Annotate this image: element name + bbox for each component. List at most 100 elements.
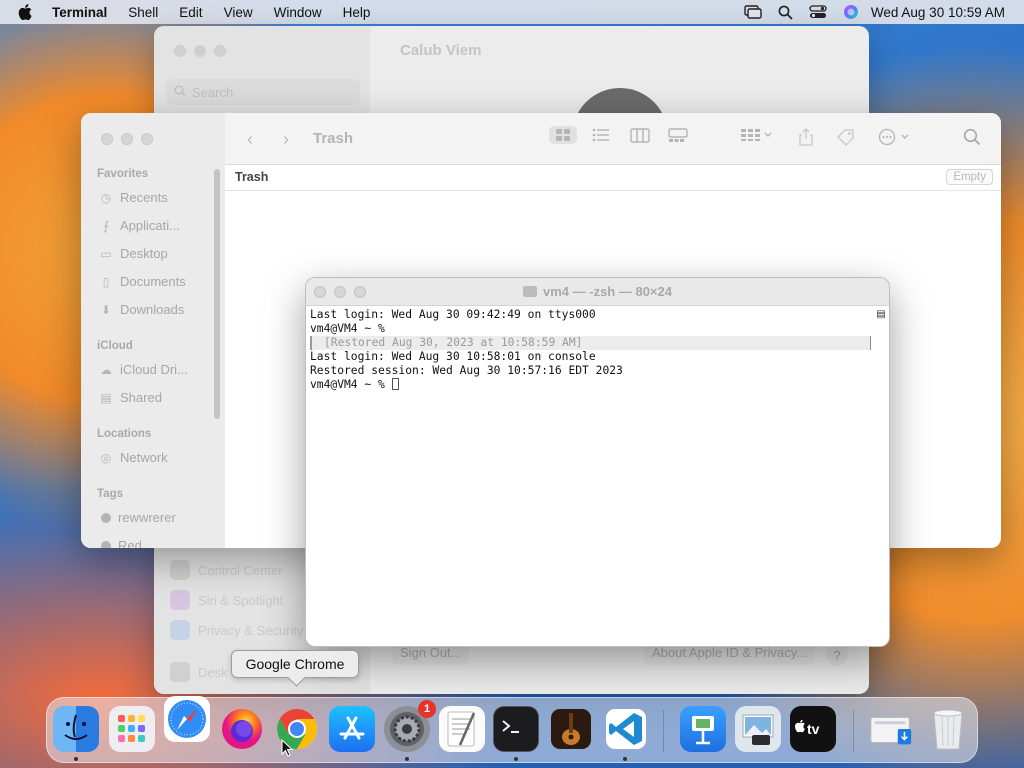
terminal-title-bar[interactable]: vm4 — -zsh — 80×24 [306,278,889,306]
safari-icon[interactable] [164,696,210,742]
forward-chevron-icon[interactable]: › [283,129,289,150]
document-icon: ▯ [102,274,110,289]
menu-view[interactable]: View [224,5,253,20]
icon-view-icon[interactable] [549,126,577,144]
sidebar-item-downloads[interactable]: ⬇ Downloads [99,302,184,317]
apple-menu-icon[interactable] [18,4,36,20]
sidebar-item-applications[interactable]: ⨍ Applicati... [99,218,180,233]
settings-item-label: Siri & Spotlight [198,592,284,608]
garageband-icon[interactable] [548,706,594,752]
menu-app-name[interactable]: Terminal [52,5,107,20]
text-cursor [391,378,399,390]
globe-icon: ◎ [100,450,112,465]
finder-icon[interactable] [53,706,99,752]
menu-help[interactable]: Help [343,5,371,20]
terminal-output[interactable]: Last login: Wed Aug 30 09:42:49 on ttys0… [310,308,871,392]
sidebar-scrollbar[interactable] [214,169,220,419]
minimize-button[interactable] [121,133,133,145]
firefox-icon[interactable] [219,706,265,752]
scrollback-marker-icon[interactable]: ▤ [875,308,887,320]
settings-window-title: Calub Viem [400,42,482,59]
terminal-line: Last login: Wed Aug 30 10:58:01 on conso… [310,350,596,363]
running-indicator [74,757,78,761]
shared-folder-icon: ▤ [100,390,112,405]
menu-edit[interactable]: Edit [179,5,202,20]
app-store-icon[interactable] [329,706,375,752]
close-button[interactable] [101,133,113,145]
cloud-icon: ☁ [100,362,112,377]
terminal-prompt-line[interactable]: vm4@VM4 ~ % [310,378,871,392]
settings-item-privacy-security[interactable]: Privacy & Security [170,620,303,640]
download-icon: ⬇ [100,302,112,317]
launchpad-icon[interactable] [109,706,155,752]
sidebar-item-label: Desktop [120,246,168,261]
sidebar-item-label: Downloads [120,302,185,317]
group-by-icon[interactable] [740,128,772,142]
tag-dot-icon [101,540,111,548]
dock-tooltip: Google Chrome [231,650,359,678]
sidebar-item-tag-rewwrerer[interactable]: rewwrerer [99,510,176,525]
sidebar-section-tags: Tags [97,488,123,500]
preview-icon[interactable] [735,706,781,752]
zoom-button[interactable] [141,133,153,145]
spotlight-search-icon[interactable] [778,5,793,20]
sidebar-item-label: rewwrerer [118,510,176,525]
empty-trash-button[interactable]: Empty [946,169,993,185]
close-button[interactable] [174,45,186,57]
sidebar-item-label: Red [118,538,142,548]
siri-icon[interactable] [843,4,859,20]
settings-item-label: Control Center [198,562,283,578]
sidebar-item-desktop[interactable]: ▭ Desktop [99,246,168,261]
sidebar-item-label: Recents [120,190,168,205]
tag-icon[interactable] [836,128,856,146]
sidebar-section-locations: Locations [97,428,152,440]
menu-shell[interactable]: Shell [128,5,158,20]
sidebar-item-recents[interactable]: ◷ Recents [99,190,168,205]
back-chevron-icon[interactable]: ‹ [247,129,253,150]
column-view-icon[interactable] [630,128,650,143]
sidebar-item-icloud-drive[interactable]: ☁ iCloud Dri... [99,362,188,377]
settings-item-desktop[interactable]: Desk [170,662,228,682]
control-center-icon [170,560,190,580]
sidebar-item-documents[interactable]: ▯ Documents [99,274,186,289]
textedit-icon[interactable] [439,706,485,752]
menu-clock[interactable]: Wed Aug 30 10:59 AM [871,5,1005,20]
trash-icon[interactable] [925,706,971,752]
zoom-button[interactable] [214,45,226,57]
share-icon[interactable] [798,128,814,146]
help-button[interactable]: ? [826,644,848,666]
screen-mirroring-icon[interactable] [744,5,762,19]
more-actions-icon[interactable] [878,128,912,146]
running-indicator [623,757,627,761]
terminal-window-title: vm4 — -zsh — 80×24 [306,284,889,299]
desktop-icon [170,662,190,682]
settings-item-siri-spotlight[interactable]: Siri & Spotlight [170,590,283,610]
system-settings-icon[interactable]: 1 [384,700,436,752]
downloads-stack-icon[interactable] [869,706,915,752]
keynote-icon[interactable] [680,706,726,752]
sidebar-item-label: Network [120,450,168,465]
settings-search-field[interactable]: Search [166,79,360,105]
list-view-icon[interactable] [592,128,610,142]
sidebar-item-tag-red[interactable]: Red [99,538,142,548]
apple-tv-icon[interactable]: tv [790,706,836,752]
gallery-view-icon[interactable] [668,128,688,143]
sidebar-item-label: Shared [120,390,162,405]
terminal-window: vm4 — -zsh — 80×24 Last login: Wed Aug 3… [305,277,890,647]
sidebar-item-network[interactable]: ◎ Network [99,450,168,465]
vscode-icon[interactable] [603,706,649,752]
settings-item-control-center[interactable]: Control Center [170,560,283,580]
control-center-icon[interactable] [809,5,827,19]
mouse-pointer-icon [281,739,293,757]
menu-window[interactable]: Window [274,5,322,20]
terminal-line: vm4@VM4 ~ % [310,322,385,335]
terminal-icon[interactable] [493,706,539,752]
sidebar-item-label: Documents [120,274,186,289]
dock-separator [853,710,854,752]
minimize-button[interactable] [194,45,206,57]
terminal-title-text: vm4 — -zsh — 80×24 [543,284,672,299]
sidebar-item-shared[interactable]: ▤ Shared [99,390,162,405]
finder-toolbar: ‹ › Trash [225,113,1001,165]
terminal-prompt: vm4@VM4 ~ % [310,378,392,391]
search-icon[interactable] [963,128,981,146]
